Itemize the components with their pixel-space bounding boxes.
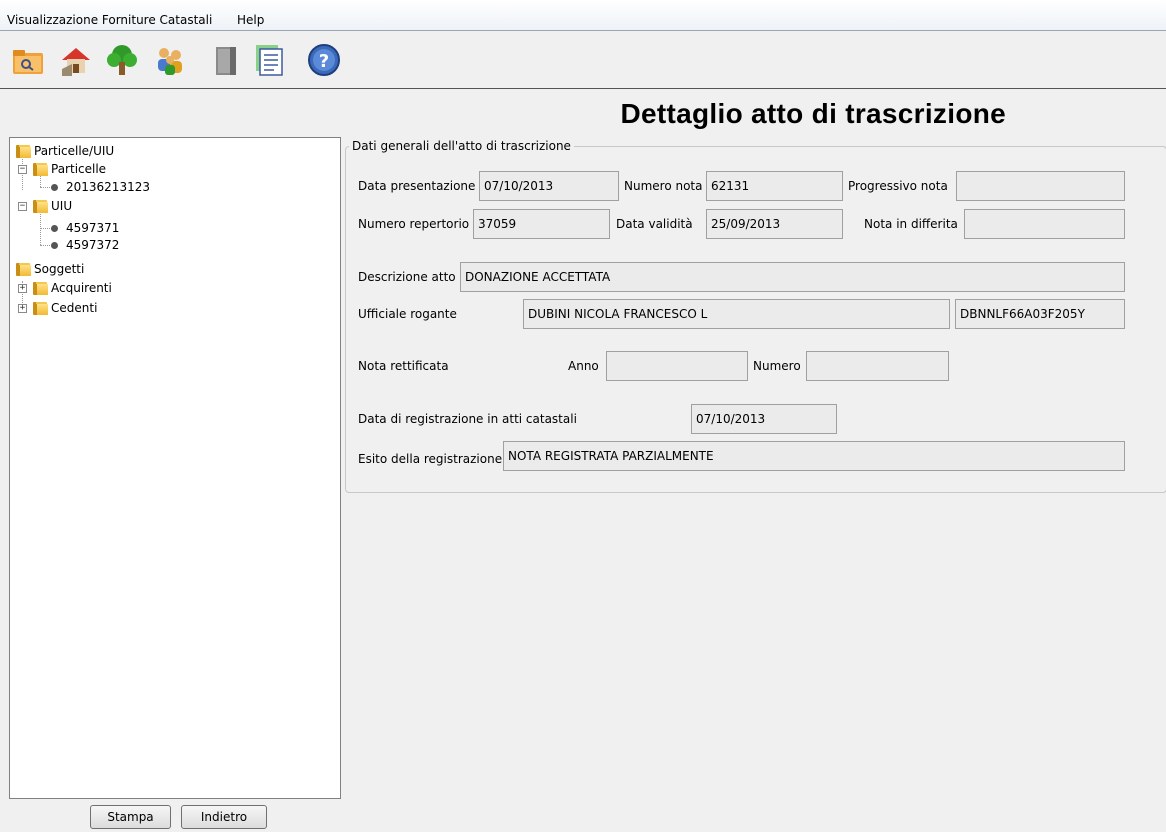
help-button[interactable]: ?: [306, 42, 344, 78]
codice-fiscale-field[interactable]: DBNNLF66A03F205Y: [955, 299, 1125, 329]
folder-icon: [33, 301, 48, 315]
nota-differita-label: Nota in differita: [864, 217, 958, 231]
esito-registrazione-field[interactable]: NOTA REGISTRATA PARZIALMENTE: [503, 441, 1125, 471]
help-icon: ?: [308, 44, 340, 76]
tree-node-particelle[interactable]: Particelle: [33, 160, 106, 178]
folder-search-button[interactable]: [10, 42, 48, 78]
anno-field[interactable]: [606, 351, 748, 381]
progressivo-nota-label: Progressivo nota: [848, 179, 948, 193]
tree-node-cedenti[interactable]: Cedenti: [33, 299, 97, 317]
data-registrazione-field[interactable]: 07/10/2013: [691, 404, 837, 434]
numero-nota-field[interactable]: 62131: [706, 171, 843, 201]
folder-icon: [16, 262, 31, 276]
menu-bar: Visualizzazione Forniture Catastali Help: [0, 0, 1166, 31]
document-list-button[interactable]: [250, 42, 288, 78]
tree-panel: Particelle/UIU − Particelle 20136213123 …: [9, 137, 341, 799]
people-icon: [158, 48, 182, 75]
descrizione-atto-field[interactable]: DONAZIONE ACCETTATA: [460, 262, 1125, 292]
door-button[interactable]: [208, 42, 246, 78]
back-button[interactable]: Indietro: [181, 805, 267, 829]
progressivo-nota-field[interactable]: [956, 171, 1125, 201]
data-presentazione-label: Data presentazione: [358, 179, 476, 193]
tree-label: Particelle: [51, 162, 107, 176]
tree-node-uiu[interactable]: UIU: [33, 197, 72, 215]
nota-differita-field[interactable]: [964, 209, 1125, 239]
anno-label: Anno: [568, 359, 599, 373]
menu-help[interactable]: Help: [234, 13, 267, 27]
collapse-icon[interactable]: −: [18, 165, 27, 174]
descrizione-atto-label: Descrizione atto: [358, 270, 456, 284]
numero-field[interactable]: [806, 351, 949, 381]
ufficiale-rogante-label: Ufficiale rogante: [358, 307, 457, 321]
expand-icon[interactable]: +: [18, 304, 27, 313]
tree-label: 4597371: [66, 221, 120, 235]
data-validita-field[interactable]: 25/09/2013: [706, 209, 843, 239]
tree-node-uiu-1[interactable]: 4597371: [51, 219, 119, 237]
esito-registrazione-label: Esito della registrazione: [358, 452, 503, 466]
tree-label: Cedenti: [51, 301, 98, 315]
tree-node-particelle-uiu[interactable]: Particelle/UIU: [16, 142, 114, 160]
group-title: Dati generali dell'atto di trascrizione: [349, 139, 574, 153]
print-button[interactable]: Stampa: [90, 805, 171, 829]
svg-text:?: ?: [319, 51, 329, 72]
tree-label: 4597372: [66, 238, 120, 252]
nota-rettificata-label: Nota rettificata: [358, 359, 449, 373]
numero-repertorio-field[interactable]: 37059: [473, 209, 610, 239]
tree-label: UIU: [51, 199, 73, 213]
tree-node-acquirenti[interactable]: Acquirenti: [33, 279, 112, 297]
data-presentazione-field[interactable]: 07/10/2013: [479, 171, 619, 201]
folder-icon: [33, 162, 48, 176]
house-icon: [62, 48, 90, 76]
house-button[interactable]: [58, 42, 96, 78]
numero-nota-label: Numero nota: [624, 179, 703, 193]
collapse-icon[interactable]: −: [18, 202, 27, 211]
leaf-icon: [51, 224, 58, 232]
tree-label: Acquirenti: [51, 281, 112, 295]
menu-visualizzazione[interactable]: Visualizzazione Forniture Catastali: [4, 13, 215, 27]
door-icon: [216, 47, 236, 75]
leaf-icon: [51, 241, 58, 249]
tree-button[interactable]: [104, 42, 142, 78]
data-validita-label: Data validità: [616, 217, 693, 231]
folder-icon: [16, 144, 31, 158]
numero-label: Numero: [753, 359, 801, 373]
expand-icon[interactable]: +: [18, 284, 27, 293]
numero-repertorio-label: Numero repertorio: [358, 217, 470, 231]
tree-label: 20136213123: [66, 180, 150, 194]
tree-node-soggetti[interactable]: Soggetti: [16, 260, 84, 278]
leaf-icon: [51, 183, 58, 191]
people-button[interactable]: [152, 42, 190, 78]
folder-search-icon: [13, 50, 43, 74]
tree-label: Soggetti: [34, 262, 85, 276]
tree-node-uiu-2[interactable]: 4597372: [51, 236, 119, 254]
data-registrazione-label: Data di registrazione in atti catastali: [358, 412, 577, 426]
tree-label: Particelle/UIU: [34, 144, 115, 158]
ufficiale-rogante-field[interactable]: DUBINI NICOLA FRANCESCO L: [523, 299, 950, 329]
folder-icon: [33, 281, 48, 295]
document-list-icon: [256, 45, 283, 76]
page-title: Dettaglio atto di trascrizione: [620, 98, 1006, 129]
toolbar: ?: [0, 35, 1166, 89]
tree-icon: [107, 45, 137, 75]
tree-node-particella[interactable]: 20136213123: [51, 178, 150, 196]
folder-icon: [33, 199, 48, 213]
